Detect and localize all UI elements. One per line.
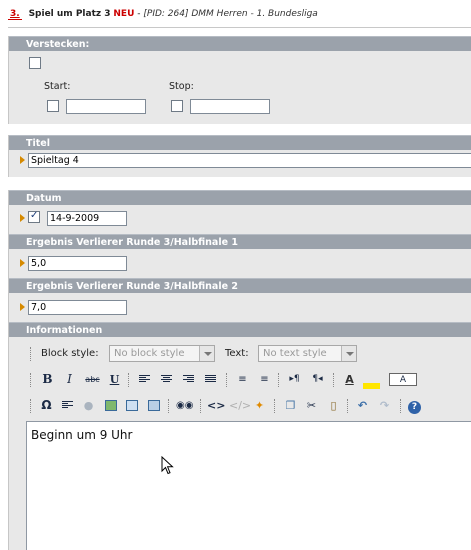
- toolbar-separator: [200, 399, 201, 413]
- expand-arrow-icon[interactable]: [20, 156, 25, 164]
- chevron-down-icon[interactable]: [341, 346, 356, 361]
- rte-toolbar-insert: Ω ● ◉◉ <> </> ✦ ❐ ✂ ▯ ↶ ↷ ?: [20, 395, 471, 417]
- text-style-value: No text style: [263, 348, 327, 359]
- result1-input[interactable]: 5,0: [28, 256, 127, 271]
- cut-icon[interactable]: ✂: [303, 397, 320, 414]
- stop-label: Stop:: [169, 81, 194, 92]
- result2-section-header: Ergebnis Verlierer Runde 3/Halbfinale 2: [9, 278, 471, 293]
- mouse-cursor-icon: [161, 456, 174, 475]
- toolbar-separator: [30, 399, 31, 413]
- text-color-button[interactable]: A: [389, 373, 417, 386]
- hide-section-header: Verstecken:: [9, 36, 471, 51]
- title-row: Spieltag 4: [9, 150, 471, 170]
- redo-icon[interactable]: ↷: [376, 397, 393, 414]
- align-left-icon[interactable]: [136, 371, 153, 388]
- new-badge: NEU: [113, 9, 135, 19]
- strikethrough-button[interactable]: abc: [84, 371, 101, 388]
- align-center-icon[interactable]: [158, 371, 175, 388]
- rte-toolbar-format: B I abc U ≡ ≡ ▸¶ ¶◂ A A: [20, 369, 471, 391]
- expand-arrow-icon[interactable]: [20, 303, 25, 311]
- start-label: Start:: [44, 81, 71, 92]
- chevron-down-icon[interactable]: [199, 346, 214, 361]
- toolbar-separator: [168, 399, 169, 413]
- link-icon[interactable]: ●: [80, 397, 97, 414]
- copy-icon[interactable]: ❐: [282, 397, 299, 414]
- highlight-icon[interactable]: [363, 383, 380, 389]
- block-style-value: No block style: [114, 348, 185, 359]
- title-section-header: Titel: [9, 135, 471, 150]
- editor-content[interactable]: Beginn um 9 Uhr: [31, 428, 132, 442]
- find-replace-icon[interactable]: ◉◉: [176, 397, 193, 414]
- result2-input[interactable]: 7,0: [28, 300, 127, 315]
- stop-checkbox[interactable]: [171, 100, 183, 112]
- unordered-list-icon[interactable]: ≡: [256, 371, 273, 388]
- record-meta: [PID: 264] DMM Herren - 1. Bundesliga: [143, 9, 318, 19]
- toolbar-separator: [400, 399, 401, 413]
- result1-row: 5,0: [9, 251, 471, 271]
- info-section-header: Informationen: [9, 322, 471, 337]
- result2-row: 7,0: [9, 295, 471, 315]
- date-row: 14-9-2009: [9, 205, 471, 233]
- title-input[interactable]: Spieltag 4: [28, 153, 471, 168]
- title-panel: Titel Spieltag 4: [8, 135, 471, 177]
- rtl-direction-button[interactable]: ¶◂: [309, 371, 326, 388]
- ltr-direction-button[interactable]: ▸¶: [286, 371, 303, 388]
- toolbar-separator: [278, 373, 279, 387]
- source-code-button[interactable]: <>: [207, 397, 225, 414]
- toolbar-separator: [333, 373, 334, 387]
- toolbar-separator: [274, 399, 275, 413]
- stop-date-input[interactable]: [190, 99, 270, 114]
- table-icon[interactable]: [123, 397, 140, 414]
- ordered-list-icon[interactable]: ≡: [234, 371, 251, 388]
- remove-format-button[interactable]: A: [341, 371, 358, 388]
- toolbar-separator: [30, 373, 31, 387]
- italic-button[interactable]: I: [61, 371, 78, 388]
- hide-panel: Verstecken: Start: Stop:: [8, 36, 471, 124]
- underline-button[interactable]: U: [106, 371, 123, 388]
- start-checkbox[interactable]: [47, 100, 59, 112]
- rte-toolbar-styles: Block style: No block style Text: No tex…: [20, 343, 471, 365]
- expand-arrow-icon[interactable]: [20, 214, 25, 222]
- bold-button[interactable]: B: [39, 371, 56, 388]
- table-properties-icon[interactable]: [145, 397, 162, 414]
- rich-text-editor[interactable]: Beginn um 9 Uhr: [26, 421, 471, 550]
- record-number[interactable]: 3.: [8, 9, 22, 20]
- block-style-label: Block style:: [41, 348, 99, 359]
- toolbar-separator: [30, 347, 31, 361]
- help-icon[interactable]: ?: [406, 397, 423, 414]
- text-style-label: Text:: [225, 348, 249, 359]
- special-character-button[interactable]: Ω: [38, 397, 55, 414]
- date-checkbox[interactable]: [28, 210, 40, 223]
- date-section-header: Datum: [9, 190, 471, 205]
- text-style-select[interactable]: No text style: [258, 345, 357, 362]
- clean-up-icon[interactable]: ✦: [251, 397, 268, 414]
- toolbar-separator: [128, 373, 129, 387]
- align-right-icon[interactable]: [180, 371, 197, 388]
- paste-icon[interactable]: ▯: [325, 397, 342, 414]
- source-code-disabled-icon[interactable]: </>: [229, 397, 251, 414]
- result1-section-header: Ergebnis Verlierer Runde 3/Halbfinale 1: [9, 234, 471, 249]
- record-header: 3. Spiel um Platz 3 NEU - [PID: 264] DMM…: [8, 9, 468, 25]
- block-style-select[interactable]: No block style: [109, 345, 215, 362]
- toolbar-separator: [347, 399, 348, 413]
- toolbar-separator: [226, 373, 227, 387]
- image-icon[interactable]: [102, 397, 119, 414]
- hide-checkbox[interactable]: [29, 57, 41, 69]
- align-justify-icon[interactable]: [202, 371, 219, 388]
- expand-arrow-icon[interactable]: [20, 259, 25, 267]
- record-title: Spiel um Platz 3: [28, 9, 111, 19]
- header-divider: [8, 27, 471, 28]
- start-date-input[interactable]: [66, 99, 146, 114]
- horizontal-rule-icon[interactable]: [59, 397, 76, 414]
- date-input[interactable]: 14-9-2009: [47, 211, 127, 226]
- undo-icon[interactable]: ↶: [354, 397, 371, 414]
- header-separator: -: [137, 9, 141, 19]
